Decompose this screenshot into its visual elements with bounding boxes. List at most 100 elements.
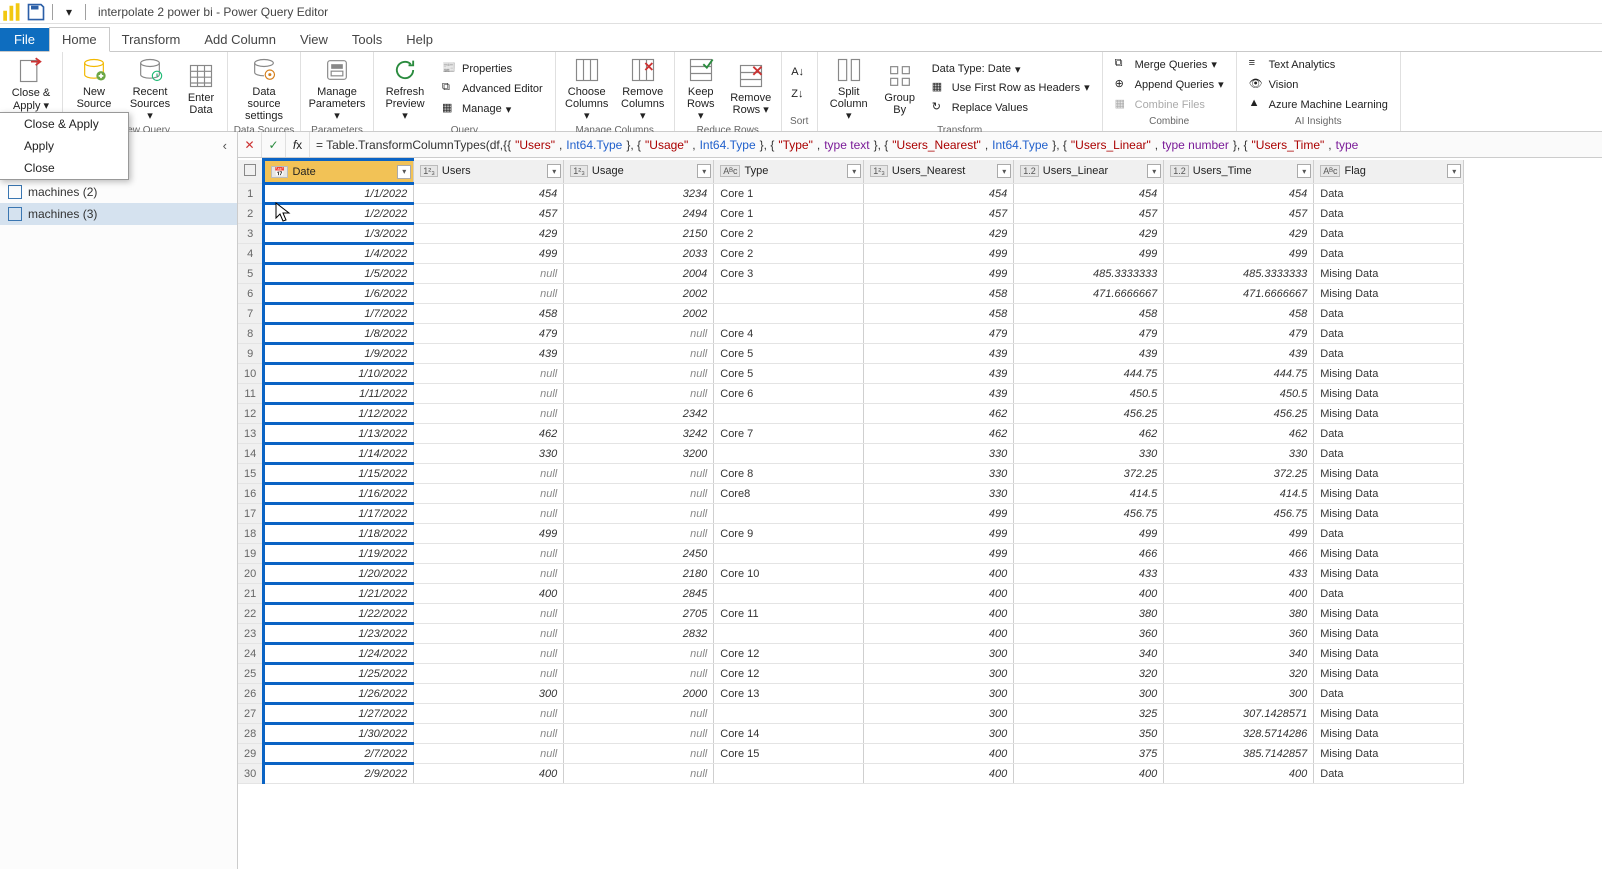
groupby-button[interactable]: Group By: [878, 54, 922, 124]
tab-help[interactable]: Help: [394, 28, 445, 51]
cell[interactable]: 485.3333333: [1164, 264, 1314, 284]
cell[interactable]: 457: [1164, 204, 1314, 224]
cell[interactable]: 300: [414, 684, 564, 704]
menu-apply[interactable]: Apply: [0, 135, 128, 157]
cell[interactable]: Mising Data: [1314, 484, 1464, 504]
cell[interactable]: 1/16/2022: [264, 484, 414, 504]
cell[interactable]: null: [414, 464, 564, 484]
cell[interactable]: null: [414, 724, 564, 744]
cell[interactable]: 1/24/2022: [264, 644, 414, 664]
cell[interactable]: 458: [1164, 304, 1314, 324]
tab-tools[interactable]: Tools: [340, 28, 394, 51]
cell[interactable]: Data: [1314, 524, 1464, 544]
cell[interactable]: Core8: [714, 484, 864, 504]
cell[interactable]: 300: [1014, 684, 1164, 704]
filter-dropdown-icon[interactable]: ▾: [1447, 164, 1461, 178]
cell[interactable]: 433: [1164, 564, 1314, 584]
cell[interactable]: 444.75: [1164, 364, 1314, 384]
cell[interactable]: Data: [1314, 584, 1464, 604]
cell[interactable]: 2000: [564, 684, 714, 704]
split-column-button[interactable]: Split Column ▾: [822, 54, 876, 124]
enter-data-button[interactable]: Enter Data: [179, 54, 223, 124]
cell[interactable]: 2832: [564, 624, 714, 644]
cell[interactable]: 1/11/2022: [264, 384, 414, 404]
formula-fx-icon[interactable]: fx: [286, 132, 310, 157]
cell[interactable]: [714, 544, 864, 564]
cell[interactable]: 320: [1014, 664, 1164, 684]
data-source-settings-button[interactable]: Data source settings: [232, 54, 296, 124]
cell[interactable]: null: [414, 284, 564, 304]
cell[interactable]: null: [564, 464, 714, 484]
cell[interactable]: null: [414, 404, 564, 424]
query-item-1[interactable]: machines (2): [0, 181, 237, 203]
qat-dropdown[interactable]: ▾: [59, 2, 79, 22]
cell[interactable]: 499: [864, 504, 1014, 524]
cell[interactable]: 2150: [564, 224, 714, 244]
cell[interactable]: 2845: [564, 584, 714, 604]
cell[interactable]: null: [564, 324, 714, 344]
cell[interactable]: Mising Data: [1314, 704, 1464, 724]
cell[interactable]: 471.6666667: [1014, 284, 1164, 304]
cell[interactable]: 2/7/2022: [264, 744, 414, 764]
col-header-users_time[interactable]: 1.2Users_Time▾: [1164, 160, 1314, 184]
cell[interactable]: Core 6: [714, 384, 864, 404]
cell[interactable]: 499: [414, 524, 564, 544]
cell[interactable]: 1/15/2022: [264, 464, 414, 484]
row-number[interactable]: 4: [238, 244, 264, 264]
cell[interactable]: 2002: [564, 284, 714, 304]
cell[interactable]: 471.6666667: [1164, 284, 1314, 304]
cell[interactable]: null: [414, 544, 564, 564]
row-number[interactable]: 12: [238, 404, 264, 424]
cell[interactable]: 499: [414, 244, 564, 264]
cell[interactable]: null: [414, 364, 564, 384]
cell[interactable]: 1/23/2022: [264, 624, 414, 644]
cell[interactable]: 300: [864, 644, 1014, 664]
cell[interactable]: 429: [1014, 224, 1164, 244]
cell[interactable]: 340: [1164, 644, 1314, 664]
cell[interactable]: null: [414, 664, 564, 684]
cell[interactable]: Core 7: [714, 424, 864, 444]
row-number[interactable]: 2: [238, 204, 264, 224]
cell[interactable]: 1/6/2022: [264, 284, 414, 304]
cell[interactable]: 462: [414, 424, 564, 444]
row-number[interactable]: 28: [238, 724, 264, 744]
cell[interactable]: 300: [864, 724, 1014, 744]
cell[interactable]: Data: [1314, 444, 1464, 464]
cell[interactable]: Data: [1314, 204, 1464, 224]
cell[interactable]: 450.5: [1014, 384, 1164, 404]
cell[interactable]: [714, 584, 864, 604]
cell[interactable]: 499: [864, 264, 1014, 284]
row-number[interactable]: 25: [238, 664, 264, 684]
cell[interactable]: null: [564, 744, 714, 764]
cell[interactable]: 400: [1014, 584, 1164, 604]
cell[interactable]: 479: [1014, 324, 1164, 344]
row-number[interactable]: 11: [238, 384, 264, 404]
cell[interactable]: null: [414, 624, 564, 644]
cell[interactable]: 462: [1014, 424, 1164, 444]
cell[interactable]: 462: [864, 404, 1014, 424]
row-number[interactable]: 10: [238, 364, 264, 384]
cell[interactable]: 439: [864, 364, 1014, 384]
cell[interactable]: 462: [864, 424, 1014, 444]
cell[interactable]: Data: [1314, 764, 1464, 784]
advanced-editor-button[interactable]: ⧉Advanced Editor: [438, 79, 547, 99]
row-number[interactable]: 19: [238, 544, 264, 564]
cell[interactable]: [714, 304, 864, 324]
tab-add-column[interactable]: Add Column: [192, 28, 288, 51]
cell[interactable]: 1/27/2022: [264, 704, 414, 724]
cell[interactable]: Mising Data: [1314, 604, 1464, 624]
cell[interactable]: Core 3: [714, 264, 864, 284]
cell[interactable]: Mising Data: [1314, 544, 1464, 564]
cell[interactable]: Core 12: [714, 664, 864, 684]
cell[interactable]: 1/8/2022: [264, 324, 414, 344]
menu-close-apply[interactable]: Close & Apply: [0, 113, 128, 135]
cell[interactable]: 1/7/2022: [264, 304, 414, 324]
cell[interactable]: 429: [414, 224, 564, 244]
sort-asc-button[interactable]: A↓: [787, 64, 811, 84]
first-row-headers-button[interactable]: ▦Use First Row as Headers ▾: [928, 78, 1094, 98]
cell[interactable]: Data: [1314, 344, 1464, 364]
cell[interactable]: Mising Data: [1314, 504, 1464, 524]
cell[interactable]: Core 4: [714, 324, 864, 344]
cell[interactable]: Mising Data: [1314, 564, 1464, 584]
cell[interactable]: 457: [414, 204, 564, 224]
